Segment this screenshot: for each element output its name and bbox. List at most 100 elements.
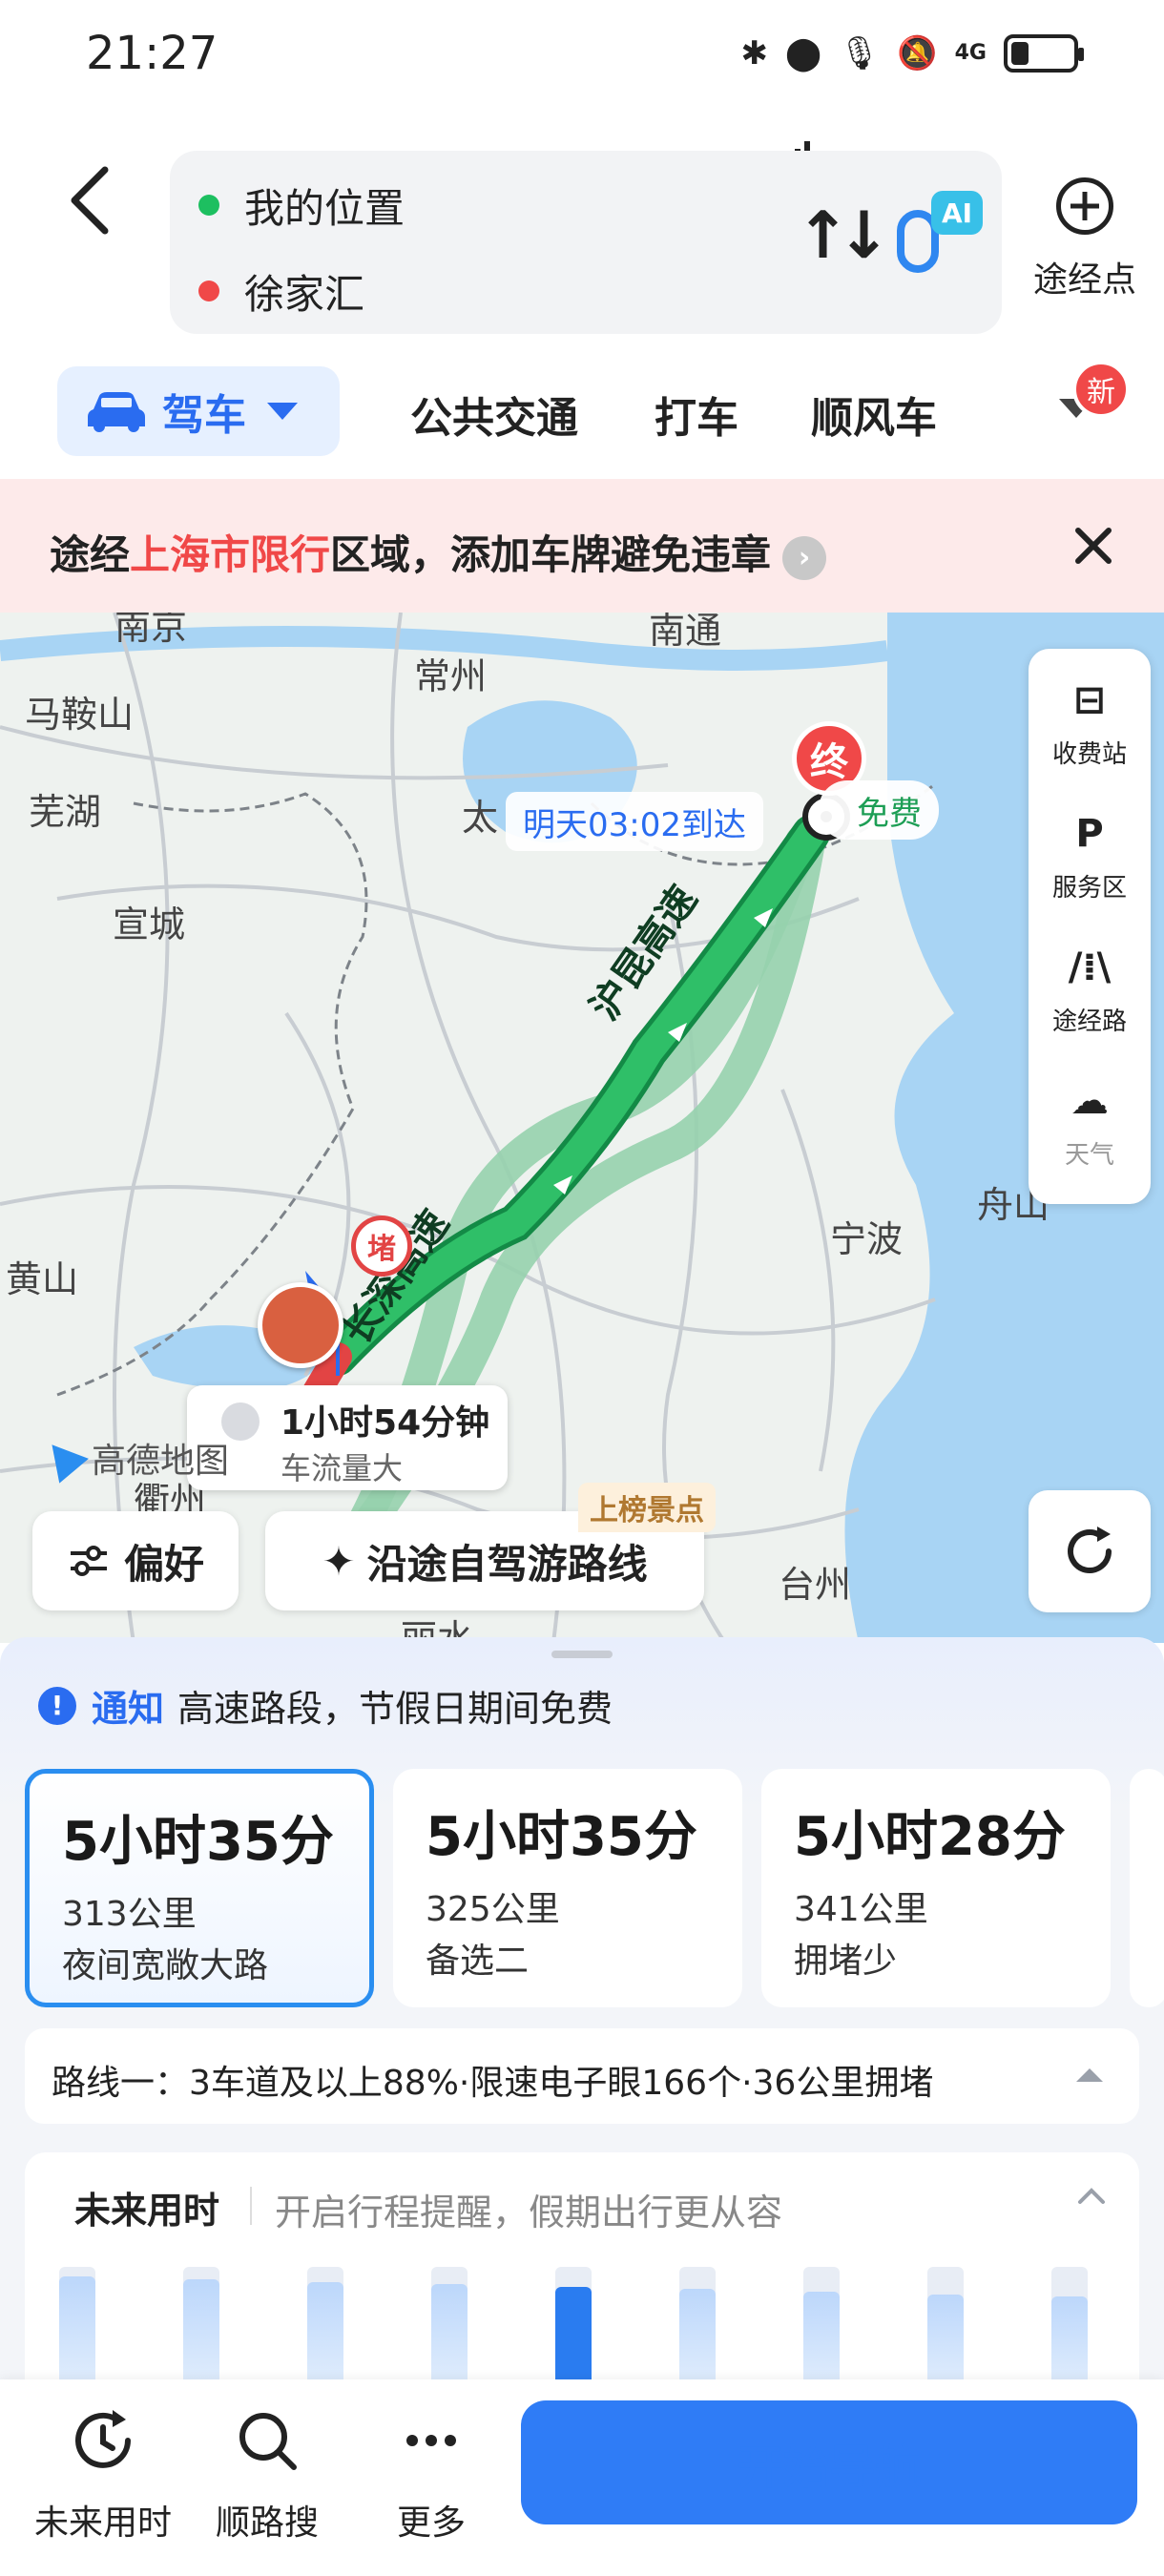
close-icon[interactable] [1065, 517, 1122, 574]
road-icon: /⁞\ [1068, 945, 1112, 989]
status-time: 21:27 [86, 27, 218, 80]
traffic-segment-card[interactable]: 1小时54分钟 车流量大 [187, 1385, 508, 1490]
restriction-banner[interactable]: 途经上海市限行区域，添加车牌避免违章 › [0, 479, 1164, 613]
route-search-box: 我的位置 徐家汇 ↑↓ AI [170, 151, 1002, 334]
mic-icon: 🎙 [839, 34, 881, 73]
preference-button[interactable]: 偏好 [32, 1511, 239, 1610]
start-navigation-button[interactable]: 开始导航 [521, 2400, 1137, 2524]
chevron-right-icon: › [782, 535, 827, 580]
future-time-bar-fill [307, 2282, 343, 2391]
voice-assistant-button[interactable]: AI [887, 191, 983, 296]
future-time-title: 未来用时 [74, 2190, 220, 2232]
future-time-bar-fill [59, 2276, 95, 2391]
weather-button[interactable]: ☁ 天气 [1029, 1074, 1151, 1171]
map-label: 台州 [779, 1564, 852, 1606]
future-time-tool-label: 未来用时 [33, 2503, 172, 2543]
transport-mode-tabs: 驾车 公共交通 打车 顺风车 新 [0, 361, 1164, 467]
chevron-down-icon [267, 403, 298, 420]
map-label: 太 [462, 797, 499, 839]
preference-label: 偏好 [123, 1540, 204, 1588]
tab-carpool[interactable]: 顺风车 [811, 384, 937, 445]
road-trip-button[interactable]: ✦ 沿途自驾游路线 上榜景点 [265, 1483, 716, 1610]
swap-icon[interactable]: ↑↓ [796, 198, 891, 274]
future-time-bar[interactable] [679, 2267, 716, 2391]
route-tag: 夜间宽敞大路 [62, 1946, 269, 1985]
search-along-tool[interactable]: 顺路搜 [181, 2404, 353, 2545]
clock-icon [75, 2410, 131, 2468]
future-time-bar[interactable] [59, 2267, 95, 2391]
segment-traffic: 车流量大 [281, 1450, 404, 1486]
status-bar: 21:27 ✱ ⬤ 🎙 🔕 4G [0, 0, 1164, 174]
future-time-bar[interactable] [431, 2267, 468, 2391]
destination-field[interactable]: 徐家汇 [198, 258, 364, 324]
arrival-time-label: 明天03:02到达 [506, 792, 763, 851]
start-navigation-label: 开始导航 [737, 2441, 921, 2494]
origin-field[interactable]: 我的位置 [198, 172, 405, 239]
map-label: 宁波 [830, 1218, 904, 1260]
amap-logo-icon [37, 1432, 89, 1484]
route-detail-row[interactable]: 路线一：3车道及以上88%·限速电子眼166个·36公里拥堵 [25, 2028, 1139, 2124]
route-card[interactable]: 5小时35分 313公里 夜间宽敞大路 [25, 1769, 374, 2007]
service-area-button[interactable]: P 服务区 [1029, 807, 1151, 904]
route-card[interactable]: 5小时35分 325公里 备选二 [393, 1769, 742, 2007]
tab-drive[interactable]: 驾车 [57, 366, 340, 456]
future-time-bar[interactable] [183, 2267, 219, 2391]
future-time-bar[interactable] [927, 2267, 964, 2391]
route-card[interactable]: 5小时28分 341公里 拥堵少 [761, 1769, 1111, 2007]
route-duration: 5小时28分 [794, 1806, 1066, 1868]
future-time-bar-fill [803, 2292, 840, 2391]
future-time-bar[interactable] [803, 2267, 840, 2391]
location-icon: ⬤ [785, 34, 822, 73]
route-tag: 备选二 [426, 1942, 530, 1981]
notice-label: 通知 [92, 1688, 165, 1730]
new-badge: 新 [1072, 361, 1130, 418]
more-dots-icon [406, 2435, 456, 2446]
amap-logo: 高德地图 [37, 1432, 230, 1484]
map-label: 芜湖 [29, 791, 102, 833]
more-tool[interactable]: 更多 [345, 2404, 517, 2545]
bottom-toolbar: 未来用时 顺路搜 更多 开始导航 [0, 2379, 1164, 2576]
chevron-up-icon [1076, 2068, 1103, 2082]
info-icon: ! [38, 1686, 76, 1725]
route-card-partial[interactable] [1130, 1769, 1164, 2007]
origin-dot-icon [198, 195, 219, 216]
road-button[interactable]: /⁞\ 途经路 [1029, 941, 1151, 1037]
route-duration: 5小时35分 [62, 1811, 334, 1873]
sheet-grabber[interactable] [551, 1651, 613, 1658]
amap-brand-text: 高德地图 [92, 1442, 230, 1481]
tab-taxi[interactable]: 打车 [655, 384, 738, 445]
route-tag: 拥堵少 [794, 1942, 898, 1981]
notice-text: 高速路段，节假日期间免费 [177, 1688, 613, 1730]
road-label: 途经路 [1051, 1008, 1127, 1036]
future-time-bar-fill [555, 2287, 592, 2391]
chevron-up-icon[interactable] [1076, 2181, 1107, 2212]
future-time-bar[interactable] [307, 2267, 343, 2391]
divider [250, 2187, 252, 2225]
tab-transit[interactable]: 公共交通 [410, 384, 578, 445]
toll-station-button[interactable]: ⊟ 收费站 [1029, 674, 1151, 770]
holiday-notice[interactable]: ! 通知 高速路段，节假日期间免费 [38, 1679, 613, 1732]
sliders-icon [70, 1546, 107, 1576]
bluetooth-icon: ✱ [740, 34, 769, 73]
future-time-bar-fill [927, 2295, 964, 2391]
segment-duration: 1小时54分钟 [281, 1403, 490, 1443]
toll-icon: ⊟ [1073, 678, 1106, 722]
future-time-bar-fill [1051, 2296, 1088, 2391]
traffic-jam-marker[interactable]: 堵 [351, 1215, 412, 1277]
refresh-button[interactable] [1029, 1490, 1151, 1612]
free-toll-tag: 免费 [819, 780, 939, 840]
route-distance: 313公里 [62, 1895, 197, 1934]
add-waypoint-button[interactable]: 途经点 [1023, 177, 1147, 301]
user-avatar-marker[interactable] [258, 1282, 343, 1368]
map-label: 南通 [649, 613, 722, 652]
route-distance: 325公里 [426, 1890, 560, 1929]
future-time-tool[interactable]: 未来用时 [17, 2404, 189, 2545]
waypoint-label: 途经点 [1032, 260, 1136, 300]
future-time-bar[interactable] [555, 2267, 592, 2391]
toll-label: 收费站 [1051, 740, 1127, 769]
back-button[interactable] [57, 162, 124, 239]
battery-icon [1004, 34, 1084, 73]
weather-label: 天气 [1064, 1141, 1114, 1170]
search-along-tool-label: 顺路搜 [215, 2503, 319, 2543]
future-time-bar[interactable] [1051, 2267, 1088, 2391]
